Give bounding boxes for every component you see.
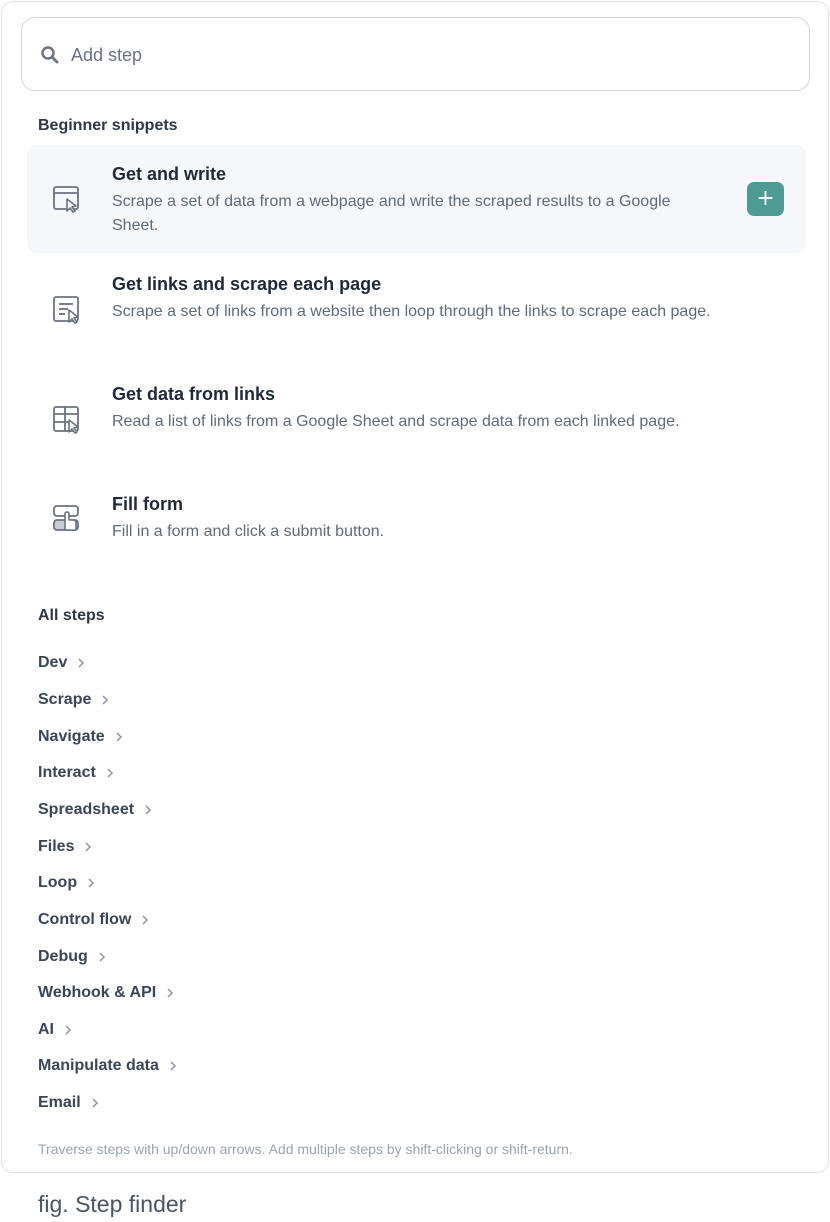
- chevron-right-icon: [99, 952, 105, 962]
- list-cursor-icon: [51, 293, 83, 325]
- chevron-right-icon: [92, 1098, 98, 1108]
- search-icon: [40, 45, 60, 65]
- category-label: Loop: [38, 874, 78, 891]
- chevron-right-icon: [102, 695, 109, 705]
- chevron-right-icon: [107, 768, 113, 778]
- category-label: Files: [38, 838, 75, 855]
- snippet-description: Fill in a form and click a submit button…: [112, 523, 385, 540]
- category-email[interactable]: Email: [38, 1091, 99, 1115]
- category-label: AI: [38, 1021, 54, 1038]
- category-label: Scrape: [38, 691, 92, 708]
- table-cursor-icon: [51, 403, 83, 435]
- search-input[interactable]: [71, 40, 771, 70]
- category-dev[interactable]: Dev: [38, 651, 85, 675]
- chevron-right-icon: [142, 915, 149, 925]
- step-finder-panel: Beginner snippets Get and write Scrape a…: [1, 1, 829, 1173]
- chevron-right-icon: [116, 732, 122, 742]
- category-label: Webhook & API: [38, 984, 157, 1001]
- chevron-right-icon: [170, 1061, 176, 1071]
- figure-caption: fig. Step finder: [38, 1191, 187, 1217]
- snippet-description: Scrape a set of data from a webpage and …: [112, 193, 671, 234]
- keyboard-hint: Traverse steps with up/down arrows. Add …: [38, 1141, 573, 1157]
- beginner-snippets-heading: Beginner snippets: [38, 117, 178, 134]
- search-box[interactable]: [21, 17, 810, 91]
- chevron-right-icon: [85, 842, 92, 852]
- chevron-right-icon: [78, 658, 85, 668]
- form-click-icon: [51, 502, 83, 534]
- category-webhook-api[interactable]: Webhook & API: [38, 981, 174, 1005]
- snippet-title: Fill form: [112, 494, 183, 514]
- browser-cursor-icon: [51, 183, 83, 215]
- snippet-get-and-write[interactable]: Get and write Scrape a set of data from …: [27, 145, 806, 253]
- snippet-description: Read a list of links from a Google Sheet…: [112, 413, 680, 430]
- snippet-get-data-from-links[interactable]: Get data from links Read a list of links…: [27, 365, 806, 473]
- category-label: Control flow: [38, 911, 132, 928]
- snippet-description: Scrape a set of links from a website the…: [112, 303, 711, 320]
- category-label: Dev: [38, 654, 68, 671]
- chevron-right-icon: [65, 1025, 72, 1035]
- snippet-title: Get links and scrape each page: [112, 274, 382, 294]
- chevron-right-icon: [88, 878, 95, 888]
- category-scrape[interactable]: Scrape: [38, 688, 109, 712]
- category-label: Email: [38, 1094, 81, 1111]
- chevron-right-icon: [167, 988, 174, 998]
- category-control-flow[interactable]: Control flow: [38, 908, 149, 932]
- category-label: Interact: [38, 764, 96, 781]
- category-interact[interactable]: Interact: [38, 761, 114, 785]
- category-spreadsheet[interactable]: Spreadsheet: [38, 798, 152, 822]
- snippet-get-links-and-scrape[interactable]: Get links and scrape each page Scrape a …: [27, 255, 806, 363]
- snippet-fill-form[interactable]: Fill form Fill in a form and click a sub…: [27, 475, 806, 583]
- category-label: Manipulate data: [38, 1057, 159, 1074]
- category-files[interactable]: Files: [38, 835, 92, 859]
- category-ai[interactable]: AI: [38, 1018, 72, 1042]
- category-debug[interactable]: Debug: [38, 945, 106, 969]
- snippet-title: Get and write: [112, 164, 227, 184]
- category-navigate[interactable]: Navigate: [38, 725, 123, 749]
- add-snippet-button[interactable]: +: [747, 182, 784, 216]
- all-steps-heading: All steps: [38, 607, 105, 624]
- category-label: Debug: [38, 948, 88, 965]
- category-label: Navigate: [38, 728, 105, 745]
- chevron-right-icon: [145, 805, 152, 815]
- category-label: Spreadsheet: [38, 801, 135, 818]
- category-loop[interactable]: Loop: [38, 871, 95, 895]
- category-manipulate-data[interactable]: Manipulate data: [38, 1054, 177, 1078]
- snippet-title: Get data from links: [112, 384, 276, 404]
